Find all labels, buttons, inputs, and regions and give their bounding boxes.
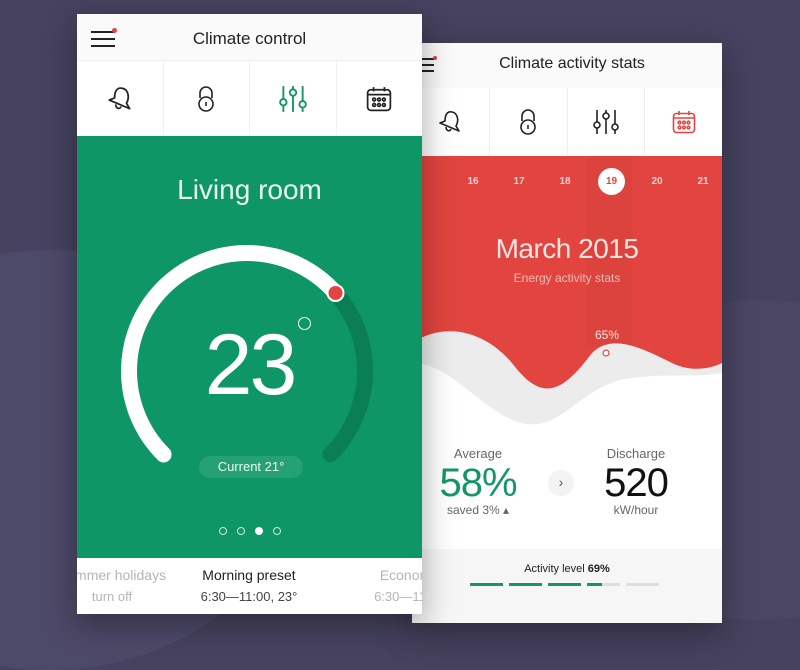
lock-icon — [520, 109, 536, 135]
activity-progress-bar — [470, 583, 660, 586]
discharge-unit: kW/hour — [613, 503, 659, 517]
tab-controls[interactable] — [568, 88, 646, 156]
degree-symbol — [298, 317, 311, 330]
activity-value: 69% — [587, 563, 610, 575]
current-temperature-badge: Current 21° — [199, 456, 303, 478]
average-value: 58% — [439, 461, 517, 505]
climate-control-card: Climate control Living room 23 Current 2… — [77, 14, 422, 614]
thermostat-panel: Living room 23 Current 21° — [77, 136, 422, 558]
tab-controls[interactable] — [250, 61, 337, 136]
stats-title: Climate activity stats — [499, 55, 645, 72]
page-dot[interactable] — [236, 527, 245, 535]
preset-item[interactable]: Economy 6:30—11:00 — [329, 567, 422, 604]
stats-subtitle: Energy activity stats — [513, 271, 621, 285]
activity-level: Activity level 69% — [412, 549, 722, 623]
lock-icon — [198, 85, 215, 112]
activity-segment-fill — [470, 583, 503, 586]
chevron-right-icon: › — [558, 474, 564, 490]
saved-label: saved 3% ▴ — [446, 503, 510, 517]
stats-header: Climate activity stats — [412, 43, 722, 89]
day-item[interactable]: 16 — [458, 176, 488, 187]
activity-label: Activity level 69% — [524, 563, 610, 575]
preset-detail: 6:30—11:00 — [374, 589, 422, 604]
tab-calendar[interactable] — [645, 88, 722, 156]
target-temperature: 23 — [204, 317, 298, 413]
stats-summary: Average 58% saved 3% ▴ › Discharge 520 k… — [412, 443, 722, 553]
peak-marker — [602, 349, 610, 357]
day-picker: 15161718192021 — [412, 168, 722, 198]
tab-alerts[interactable] — [77, 61, 164, 136]
sliders-icon — [278, 85, 307, 112]
bell-icon — [439, 111, 461, 132]
activity-segment-fill — [509, 583, 542, 586]
preset-name: Economy — [379, 567, 422, 583]
bell-icon — [108, 86, 131, 110]
day-item[interactable]: 18 — [550, 176, 580, 187]
activity-segment — [548, 583, 581, 586]
tab-lock[interactable] — [164, 61, 250, 136]
activity-segment — [587, 583, 620, 586]
activity-segment-fill — [587, 583, 602, 586]
room-name: Living room — [177, 174, 322, 205]
tab-lock[interactable] — [490, 88, 568, 156]
calendar-icon — [672, 111, 695, 134]
stats-tab-bar — [412, 88, 722, 156]
activity-segment — [626, 583, 659, 586]
control-tab-bar — [77, 61, 422, 136]
next-stat-button[interactable]: › — [548, 470, 574, 496]
average-label: Average — [453, 446, 503, 461]
month-title: March 2015 — [495, 233, 639, 264]
activity-segment — [509, 583, 542, 586]
energy-wave-chart — [412, 331, 722, 453]
control-header: Climate control — [77, 14, 422, 61]
discharge-value: 520 — [604, 461, 669, 505]
page-dot[interactable] — [272, 527, 281, 535]
tab-calendar[interactable] — [337, 61, 423, 136]
discharge-label: Discharge — [606, 446, 666, 461]
day-item[interactable]: 21 — [688, 176, 718, 187]
preset-name: Morning preset — [202, 567, 296, 583]
sliders-icon — [593, 110, 619, 134]
day-selected[interactable]: 19 — [598, 168, 625, 195]
activity-segment-fill — [548, 583, 581, 586]
preset-carousel: Summer holidaysturn offMorning preset6:3… — [77, 558, 422, 614]
day-item[interactable]: 20 — [642, 176, 672, 187]
page-indicator — [77, 522, 422, 540]
page-dot[interactable] — [254, 527, 263, 535]
control-title: Climate control — [192, 29, 307, 48]
day-item[interactable]: 17 — [504, 176, 534, 187]
preset-item[interactable]: Morning preset 6:30—11:00, 23° — [169, 567, 329, 604]
tab-alerts[interactable] — [412, 88, 490, 156]
calendar-icon — [367, 86, 392, 111]
page-dot[interactable] — [218, 527, 227, 535]
activity-segment — [470, 583, 503, 586]
dial-handle[interactable] — [326, 283, 345, 302]
preset-detail: 6:30—11:00, 23° — [200, 589, 298, 604]
climate-stats-card: Climate activity stats 15161718192021 Ma… — [412, 43, 722, 623]
